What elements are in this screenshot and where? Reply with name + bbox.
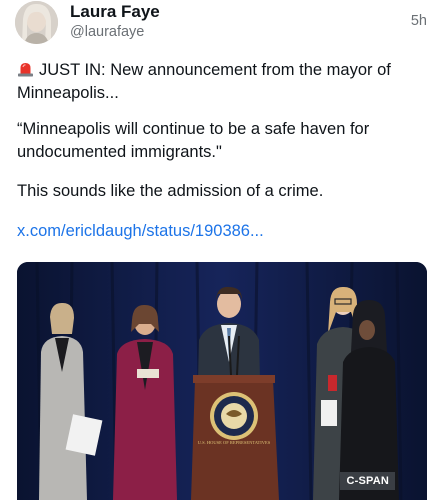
press-conference-image: U.S. HOUSE OF REPRESENTATIVES bbox=[17, 262, 427, 500]
avatar-image bbox=[15, 1, 58, 44]
post-text-quote: “Minneapolis will continue to be a safe … bbox=[17, 120, 370, 161]
author-name[interactable]: Laura Faye bbox=[70, 2, 160, 22]
video-thumbnail[interactable]: U.S. HOUSE OF REPRESENTATIVES C-SPAN bbox=[17, 262, 427, 500]
author-avatar[interactable] bbox=[15, 1, 58, 44]
post-text-comment: This sounds like the admission of a crim… bbox=[17, 182, 324, 200]
network-badge: C-SPAN bbox=[340, 472, 395, 490]
siren-icon bbox=[18, 63, 33, 77]
post-text-line1: JUST IN: New announcement from the mayor… bbox=[17, 59, 427, 105]
seal-label: U.S. HOUSE OF REPRESENTATIVES bbox=[198, 440, 271, 445]
post-text-line1-content: JUST IN: New announcement from the mayor… bbox=[17, 61, 391, 102]
post-timestamp[interactable]: 5h bbox=[411, 13, 427, 29]
author-handle[interactable]: @laurafaye bbox=[70, 24, 144, 40]
post-link[interactable]: x.com/ericldaugh/status/190386... bbox=[17, 222, 264, 241]
